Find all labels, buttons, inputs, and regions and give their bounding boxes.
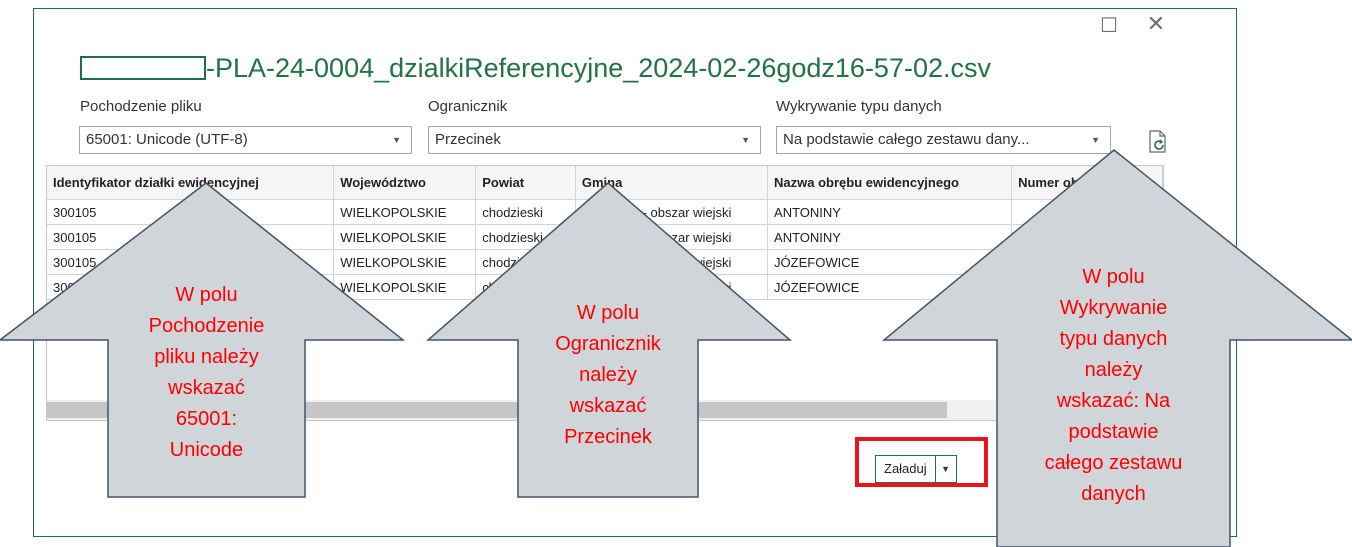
callout-line: danych [1081,483,1146,505]
callout-right: W polu Wykrywanie typu danych należy wsk… [997,262,1230,510]
callout-line: należy [579,364,637,386]
callout-line: Przecinek [564,426,652,448]
callout-line: całego zestawu [1044,452,1183,474]
callout-line: podstawie [1068,421,1159,443]
callout-line: pliku należy [154,346,259,368]
callout-line: Ogranicznik [555,333,661,355]
callout-line: wskazać [569,395,647,417]
callout-left: W polu Pochodzenie pliku należy wskazać … [108,280,305,466]
callout-line: wskazać [168,377,245,399]
callout-line: W polu [576,302,640,324]
callout-line: należy [1084,359,1143,381]
callout-line: W polu [1082,266,1145,288]
callout-line: Unicode [169,439,244,461]
callout-line: typu danych [1059,328,1168,350]
callout-line: wskazać: Na [1056,390,1171,412]
callout-line: Pochodzenie [148,315,265,337]
callout-line: W polu [175,284,238,306]
callout-line: 65001: [175,408,238,430]
callout-middle: W polu Ogranicznik należy wskazać Przeci… [518,298,698,453]
callout-line: Wykrywanie [1059,297,1168,319]
